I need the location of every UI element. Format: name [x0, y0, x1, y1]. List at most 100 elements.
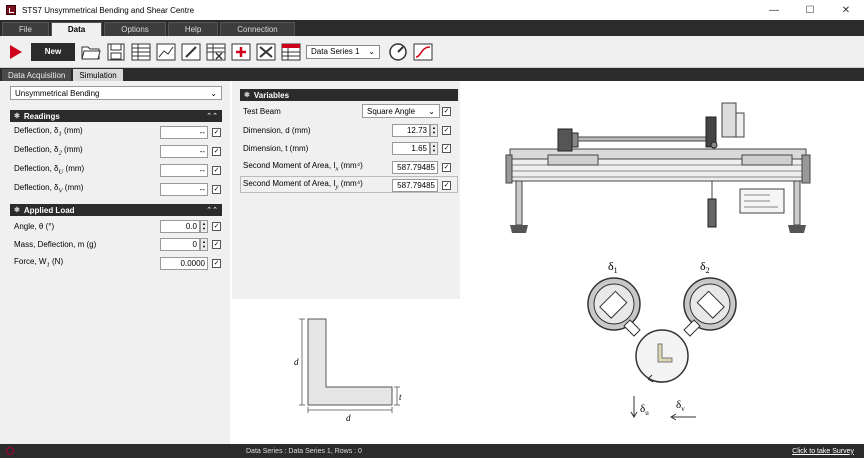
ix-value: 587.79485: [392, 160, 438, 174]
mass-input[interactable]: 0: [160, 237, 200, 251]
open-folder-icon[interactable]: [81, 42, 101, 62]
reading-value-2: --: [160, 144, 208, 158]
variables-title: Variables: [253, 90, 290, 100]
graph-icon[interactable]: [156, 42, 176, 62]
title-bar: STS7 Unsymmetrical Bending and Shear Cen…: [0, 0, 864, 20]
reading-checkbox-1[interactable]: ✓: [212, 127, 221, 137]
play-icon[interactable]: [6, 42, 26, 62]
window-title: STS7 Unsymmetrical Bending and Shear Cen…: [22, 5, 195, 15]
test-beam-select[interactable]: Square Angle ⌄: [362, 104, 440, 118]
angle-row: Angle, θ (°) 0.0 ▲ ▼ ✓: [10, 218, 222, 234]
test-beam-value: Square Angle: [367, 106, 416, 116]
chevron-down-icon: ⌄: [428, 106, 435, 116]
angle-input[interactable]: 0.0: [160, 219, 200, 233]
status-text: Data Series : Data Series 1, Rows : 0: [246, 447, 362, 455]
ix-checkbox[interactable]: ✓: [442, 162, 451, 172]
add-row-icon[interactable]: [231, 42, 251, 62]
variables-panel: ✱ Variables Test Beam Square Angle ⌄ ✓ D…: [232, 81, 460, 299]
dim-t-checkbox[interactable]: ✓: [442, 143, 451, 153]
reading-label: Deflection, δ1 (mm): [14, 126, 83, 138]
survey-link[interactable]: Click to take Survey: [792, 448, 854, 455]
dim-d-input[interactable]: 12.73: [392, 123, 430, 137]
subtab-data-acquisition[interactable]: Data Acquisition: [2, 69, 72, 81]
dim-t-row: Dimension, t (mm) 1.65 ▲ ▼ ✓: [240, 140, 458, 156]
dim-d-spinner[interactable]: ▲ ▼: [430, 123, 438, 137]
reading-checkbox-3[interactable]: ✓: [212, 165, 221, 175]
data-series-select[interactable]: Data Series 1 ⌄: [306, 44, 380, 59]
delete-row-icon[interactable]: [256, 42, 276, 62]
reading-checkbox-4[interactable]: ✓: [212, 184, 221, 194]
table-delete-icon[interactable]: [206, 42, 226, 62]
reading-checkbox-2[interactable]: ✓: [212, 146, 221, 156]
app-icon: [6, 5, 16, 15]
dim-d-label: Dimension, d (mm): [243, 125, 311, 135]
close-button[interactable]: ✕: [828, 0, 864, 20]
gear-icon: ✱: [14, 113, 20, 120]
reading-row-4: Deflection, δV (mm) -- ✓: [10, 181, 222, 197]
tab-connection[interactable]: Connection: [220, 22, 295, 36]
readings-header[interactable]: ✱ Readings ⌃⌃: [10, 110, 222, 122]
gear-icon: ✱: [244, 92, 250, 99]
reading-label: Deflection, δV (mm): [14, 183, 84, 195]
mass-row: Mass, Deflection, m (g) 0 ▲ ▼ ✓: [10, 236, 222, 252]
reading-value-3: --: [160, 163, 208, 177]
tab-data[interactable]: Data: [50, 22, 103, 36]
iy-value: 587.79485: [392, 178, 438, 192]
angle-spinner[interactable]: ▲ ▼: [200, 219, 208, 233]
subtab-bar: Data Acquisition Simulation: [0, 68, 864, 81]
reading-label: Deflection, δU (mm): [14, 164, 85, 176]
experiment-select[interactable]: Unsymmetrical Bending ⌄: [10, 86, 222, 100]
dim-d-row: Dimension, d (mm) 12.73 ▲ ▼ ✓: [240, 122, 458, 138]
dim-d-checkbox[interactable]: ✓: [442, 125, 451, 135]
angle-checkbox[interactable]: ✓: [212, 221, 221, 231]
dim-t-right-label: t: [399, 392, 402, 402]
iy-row: Second Moment of Area, Iy (mm⁴) 587.7948…: [240, 177, 458, 193]
tab-options[interactable]: Options: [104, 22, 166, 36]
test-beam-checkbox[interactable]: ✓: [442, 106, 451, 116]
data-series-value: Data Series 1: [311, 47, 360, 56]
force-checkbox[interactable]: ✓: [212, 258, 221, 268]
delta2-label: δ2: [700, 259, 710, 275]
maximize-button[interactable]: ☐: [792, 0, 828, 20]
variables-header[interactable]: ✱ Variables: [240, 89, 458, 101]
tab-help[interactable]: Help: [167, 22, 219, 36]
l-section-diagram: d t d: [294, 318, 402, 423]
status-bar: Data Series : Data Series 1, Rows : 0 Cl…: [0, 444, 864, 458]
reading-value-1: --: [160, 125, 208, 139]
force-label: Force, W1 (N): [14, 257, 64, 269]
minimize-button[interactable]: —: [756, 0, 792, 20]
ix-label: Second Moment of Area, Ix (mm⁴): [243, 161, 363, 173]
reading-row-2: Deflection, δ2 (mm) -- ✓: [10, 143, 222, 159]
mass-spinner[interactable]: ▲ ▼: [200, 237, 208, 251]
new-button[interactable]: New: [31, 42, 75, 61]
force-row: Force, W1 (N) 0.0000 ✓: [10, 255, 222, 271]
ix-row: Second Moment of Area, Ix (mm⁴) 587.7948…: [240, 159, 458, 175]
dim-t-input[interactable]: 1.65: [392, 141, 430, 155]
save-icon[interactable]: [106, 42, 126, 62]
subtab-simulation[interactable]: Simulation: [73, 69, 123, 81]
mass-label: Mass, Deflection, m (g): [14, 239, 97, 249]
tab-file[interactable]: File: [2, 22, 49, 36]
collapse-icon[interactable]: ⌃⌃: [206, 112, 218, 120]
collapse-icon[interactable]: ⌃⌃: [206, 206, 218, 214]
dim-t-spinner[interactable]: ▲ ▼: [430, 141, 438, 155]
test-beam-label: Test Beam: [243, 106, 281, 116]
data-grid-icon[interactable]: [281, 42, 301, 62]
iy-checkbox[interactable]: ✓: [442, 180, 451, 190]
applied-load-header[interactable]: ✱ Applied Load ⌃⌃: [10, 204, 222, 216]
curve-icon[interactable]: [413, 42, 433, 62]
table-icon[interactable]: [131, 42, 151, 62]
edit-icon[interactable]: [181, 42, 201, 62]
chevron-down-icon: ⌄: [210, 88, 217, 98]
gauge-icon[interactable]: [388, 42, 408, 62]
dim-d-left-label: d: [294, 357, 299, 367]
force-value: 0.0000: [160, 256, 208, 270]
menu-bar: File Data Options Help Connection: [0, 20, 864, 36]
left-panel: Unsymmetrical Bending ⌄ ✱ Readings ⌃⌃ De…: [0, 81, 230, 444]
test-beam-row: Test Beam Square Angle ⌄ ✓: [240, 103, 458, 119]
mass-checkbox[interactable]: ✓: [212, 239, 221, 249]
reading-label: Deflection, δ2 (mm): [14, 145, 83, 157]
chevron-down-icon: ⌄: [368, 47, 375, 56]
delta-v-label: δv: [676, 399, 685, 413]
dim-d-bottom-label: d: [346, 413, 351, 423]
